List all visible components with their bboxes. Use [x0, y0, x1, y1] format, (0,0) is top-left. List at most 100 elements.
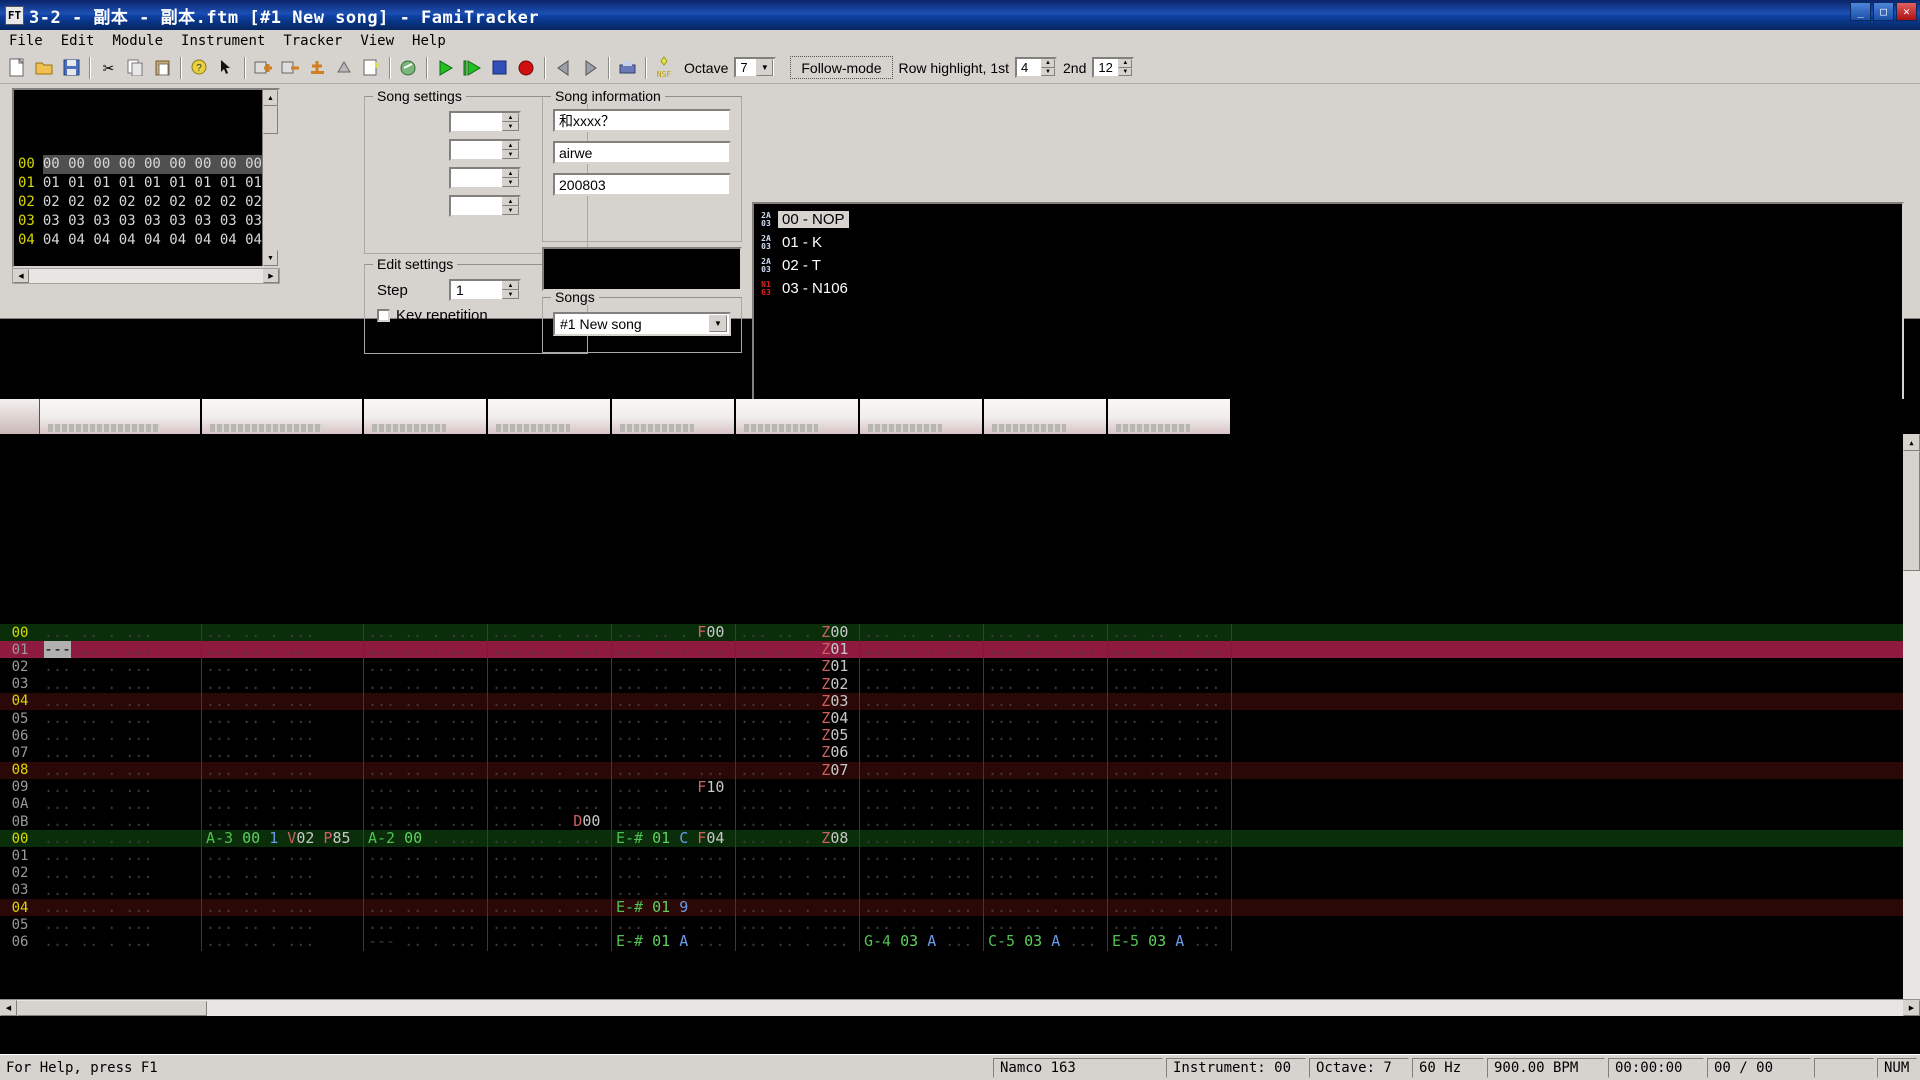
- pattern-cell[interactable]: ... .. . ...: [40, 881, 202, 899]
- pattern-cell[interactable]: ... .. . ...: [860, 658, 984, 676]
- pattern-cell[interactable]: ... .. . Z01: [736, 658, 860, 676]
- pattern-row[interactable]: 00 ... .. . ... A-3 00 1 V02 P85 A-2 00 .…: [0, 830, 1920, 848]
- pattern-cell[interactable]: ... .. . ...: [202, 847, 364, 865]
- pattern-cell[interactable]: ... .. . ...: [860, 778, 984, 796]
- pattern-cell[interactable]: ... .. . ...: [40, 761, 202, 779]
- pattern-cell[interactable]: ... .. . ...: [202, 899, 364, 917]
- pattern-cell[interactable]: ... .. . Z07: [736, 761, 860, 779]
- pattern-cell[interactable]: ... .. . ...: [1108, 778, 1232, 796]
- pattern-cell[interactable]: ... .. . ...: [736, 933, 860, 951]
- pattern-cell[interactable]: ... .. . ...: [612, 727, 736, 745]
- pattern-cell[interactable]: ... .. . ...: [202, 692, 364, 710]
- pattern-cell[interactable]: ... .. . ...: [364, 744, 488, 762]
- pattern-cell[interactable]: ... .. . ...: [612, 675, 736, 693]
- menu-view[interactable]: View: [351, 31, 403, 51]
- frame-cells[interactable]: 03 03 03 03 03 03 03 03 03: [43, 212, 262, 231]
- pattern-cell[interactable]: ... .. . ...: [984, 778, 1108, 796]
- chevron-down-icon[interactable]: ▼: [756, 59, 774, 76]
- frame-cells[interactable]: 04 04 04 04 04 04 04 04 04: [43, 231, 262, 250]
- pattern-row[interactable]: 06 ... .. . ... ... .. . ... ... .. . ...…: [0, 727, 1920, 745]
- pattern-cell[interactable]: ... .. . ...: [984, 709, 1108, 728]
- channel-header-namco-2[interactable]: [860, 399, 984, 434]
- pattern-cell[interactable]: ... .. . ...: [860, 899, 984, 917]
- row-highlight-2nd-stepper[interactable]: ▲ ▼: [1118, 59, 1133, 76]
- pattern-cell[interactable]: ... .. . D00: [488, 813, 612, 831]
- save-icon[interactable]: [59, 55, 84, 80]
- pattern-cell[interactable]: ... .. . ...: [364, 778, 488, 796]
- pattern-cell[interactable]: ... .. . ...: [202, 675, 364, 693]
- pattern-row[interactable]: 0B ... .. . ... ... .. . ... ... .. . ...…: [0, 813, 1920, 831]
- pattern-cell[interactable]: ... .. . ...: [488, 761, 612, 779]
- instrument-list-item[interactable]: 2A 03 01 - K: [758, 231, 1902, 254]
- pattern-cell[interactable]: ... .. . ...: [364, 675, 488, 693]
- pattern-cell[interactable]: ... .. . ...: [860, 916, 984, 934]
- channel-header-noise[interactable]: [488, 399, 612, 434]
- scroll-down-icon[interactable]: ▼: [263, 250, 278, 266]
- pattern-cell[interactable]: ... .. . ...: [984, 864, 1108, 882]
- menu-tracker[interactable]: Tracker: [274, 31, 351, 51]
- pattern-cell[interactable]: ... .. . ...: [1108, 692, 1232, 710]
- pattern-cell[interactable]: ... .. . ...: [984, 744, 1108, 762]
- pattern-row[interactable]: 01 --- .. . ... ... .. . ... ... .. . ...…: [0, 641, 1920, 659]
- frame-row[interactable]: 02 02 02 02 02 02 02 02 02 02: [14, 193, 262, 212]
- pattern-cell[interactable]: ... .. . ...: [612, 847, 736, 865]
- pattern-cell[interactable]: ... .. . ...: [40, 709, 202, 728]
- play-icon[interactable]: [433, 55, 458, 80]
- pattern-cell[interactable]: ... .. . ...: [40, 899, 202, 917]
- checkbox-box[interactable]: [377, 309, 390, 322]
- pattern-cell[interactable]: ... .. . ...: [364, 847, 488, 865]
- pattern-cell[interactable]: ... .. . ...: [1108, 830, 1232, 848]
- pattern-rows[interactable]: 00 ... .. . ... ... .. . ... ... .. . ...…: [0, 434, 1920, 1014]
- row-highlight-1st-stepper[interactable]: ▲ ▼: [1041, 59, 1056, 76]
- pattern-cell[interactable]: ... .. . ...: [860, 727, 984, 745]
- frame-horizontal-scrollbar[interactable]: ◀ ▶: [12, 268, 280, 284]
- pattern-row[interactable]: 02 ... .. . ... ... .. . ... ... .. . ...…: [0, 864, 1920, 882]
- pattern-editor[interactable]: 00 ... .. . ... ... .. . ... ... .. . ...…: [0, 399, 1920, 1032]
- pattern-cell[interactable]: ... .. . ...: [364, 727, 488, 745]
- pattern-cell[interactable]: ... .. . ...: [40, 830, 202, 848]
- pattern-cell[interactable]: ... .. . ...: [364, 709, 488, 728]
- frame-vertical-scrollbar[interactable]: ▲ ▼: [262, 90, 278, 266]
- pattern-cell[interactable]: E-# 01 C F04: [612, 830, 736, 848]
- pattern-cell[interactable]: ... .. . ...: [736, 916, 860, 934]
- menu-help[interactable]: Help: [403, 31, 455, 51]
- pattern-row[interactable]: 03 ... .. . ... ... .. . ... ... .. . ...…: [0, 675, 1920, 693]
- pattern-cell[interactable]: ... .. . ...: [1108, 795, 1232, 814]
- pattern-cell[interactable]: E-5 03 A ...: [1108, 933, 1232, 951]
- pattern-cell[interactable]: ... .. . ...: [40, 795, 202, 814]
- pattern-cell[interactable]: ... .. . ...: [488, 641, 612, 659]
- menu-edit[interactable]: Edit: [52, 31, 104, 51]
- chevron-down-icon[interactable]: ▼: [709, 315, 727, 332]
- pattern-cell[interactable]: A-3 00 1 V02 P85: [202, 830, 364, 848]
- pattern-cell[interactable]: ... .. . ...: [1108, 761, 1232, 779]
- pattern-cell[interactable]: ... .. . ...: [984, 881, 1108, 899]
- pattern-cell[interactable]: ... .. . ...: [984, 761, 1108, 779]
- pattern-cell[interactable]: ... .. . ...: [984, 795, 1108, 814]
- pattern-cell[interactable]: ... .. . ...: [612, 881, 736, 899]
- pattern-row[interactable]: 06 ... .. . ... ... .. . ... --- .. . ...…: [0, 933, 1920, 951]
- pattern-cell[interactable]: ... .. . ...: [202, 641, 364, 659]
- add-frame-icon[interactable]: [251, 55, 276, 80]
- pattern-cell[interactable]: ... .. . ...: [1108, 744, 1232, 762]
- frame-editor[interactable]: 00 00 00 00 00 00 00 00 00 00 01 01 01 01 0…: [12, 88, 280, 268]
- pattern-cell[interactable]: ... .. . ...: [488, 933, 612, 951]
- pattern-cell[interactable]: ... .. . ...: [488, 916, 612, 934]
- octave-select[interactable]: 7 ▼: [734, 57, 777, 78]
- song-copyright-input[interactable]: 200803: [553, 173, 731, 196]
- pattern-cell[interactable]: ... .. . ...: [202, 709, 364, 728]
- pattern-cell[interactable]: ... .. . ...: [488, 864, 612, 882]
- pattern-cell[interactable]: ... .. . ...: [984, 727, 1108, 745]
- channel-header-triangle[interactable]: [364, 399, 488, 434]
- pattern-cell[interactable]: ... .. . F00: [612, 624, 736, 642]
- pattern-cell[interactable]: ... .. . ...: [202, 933, 364, 951]
- pattern-cell[interactable]: ... .. . ...: [860, 744, 984, 762]
- rows-input[interactable]: ▲ ▼: [449, 167, 521, 189]
- tempo-stepper[interactable]: ▲ ▼: [502, 141, 519, 159]
- new-file-icon[interactable]: [5, 55, 30, 80]
- pattern-cell[interactable]: ... .. . ...: [40, 744, 202, 762]
- pattern-cell[interactable]: ... .. . ...: [1108, 641, 1232, 659]
- instrument-list-item[interactable]: 2A 03 02 - T: [758, 254, 1902, 277]
- frame-row[interactable]: 03 03 03 03 03 03 03 03 03 03: [14, 212, 262, 231]
- song-select[interactable]: #1 New song ▼: [553, 312, 731, 336]
- pattern-cell[interactable]: ... .. . ...: [612, 641, 736, 659]
